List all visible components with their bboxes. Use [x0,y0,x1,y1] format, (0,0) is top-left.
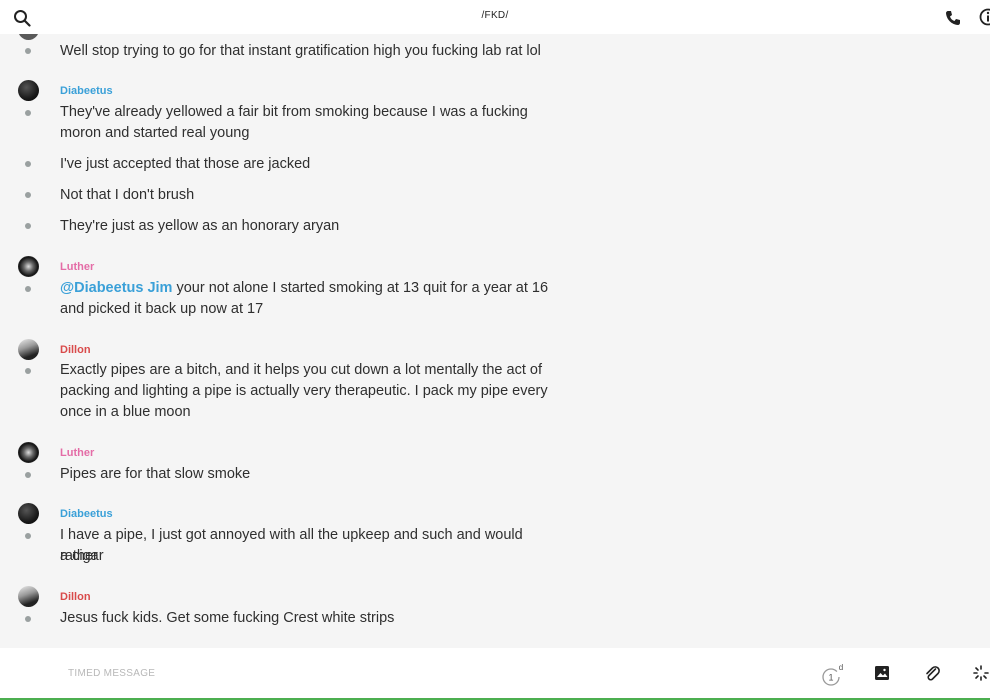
message-text: Exactly pipes are a bitch, and it helps … [60,362,542,378]
avatar-luther [18,256,39,277]
sender-name: Luther [60,261,95,273]
message-text: Jesus fuck kids. Get some fucking Crest … [60,610,395,626]
message-text: Well stop trying to go for that instant … [60,43,541,59]
top-bar: /FKD/ [0,0,990,34]
avatar-luther [18,442,39,463]
phone-icon[interactable] [944,9,962,27]
message-dot [25,533,31,539]
message-dot [25,161,31,167]
message-text: They've already yellowed a fair bit from… [60,104,528,120]
avatar-diabeetus [18,80,39,101]
message-dot [25,48,31,54]
sender-name: Diabeetus [60,508,113,520]
message-dot [25,616,31,622]
mention-link[interactable]: @Diabeetus Jim [60,280,172,296]
avatar-dillon [18,339,39,360]
info-icon[interactable] [979,8,990,26]
conversation-title: /FKD/ [481,10,509,21]
message-text: and picked it back up now at 17 [60,301,264,317]
message-dot [25,223,31,229]
sender-name: Dillon [60,344,91,356]
timer-unit: d [839,664,843,672]
message-dot [25,192,31,198]
message-text: Pipes are for that slow smoke [60,466,251,482]
sparkle-icon[interactable] [972,664,990,682]
avatar-diabeetus [18,503,39,524]
message-dot [25,110,31,116]
timer-value: 1 [828,673,833,683]
message-text: They're just as yellow as an honorary ar… [60,218,340,234]
message-text: once in a blue moon [60,404,191,420]
sender-name: Luther [60,447,95,459]
image-icon[interactable] [873,664,891,682]
paperclip-icon[interactable] [923,664,941,682]
avatar [18,34,39,40]
message-text: I've just accepted that those are jacked [60,156,311,172]
message-text: moron and started real young [60,125,250,141]
message-dot [25,368,31,374]
sender-name: Dillon [60,591,91,603]
sender-name: Diabeetus [60,85,113,97]
message-text-part: your not alone I started smoking at 13 q… [172,280,549,296]
message-text: @Diabeetus Jim your not alone I started … [60,278,560,299]
message-dot [25,286,31,292]
message-text: packing and lighting a pipe is actually … [60,383,548,399]
message-list: Well stop trying to go for that instant … [0,34,990,646]
message-text: Not that I don't brush [60,187,195,203]
timer-icon[interactable]: 1 d [822,664,844,686]
avatar-dillon [18,586,39,607]
composer-bar: TIMED MESSAGE 1 d [0,648,990,698]
message-dot [25,472,31,478]
message-input[interactable]: TIMED MESSAGE [68,668,155,679]
message-text: a cigar [60,548,104,564]
